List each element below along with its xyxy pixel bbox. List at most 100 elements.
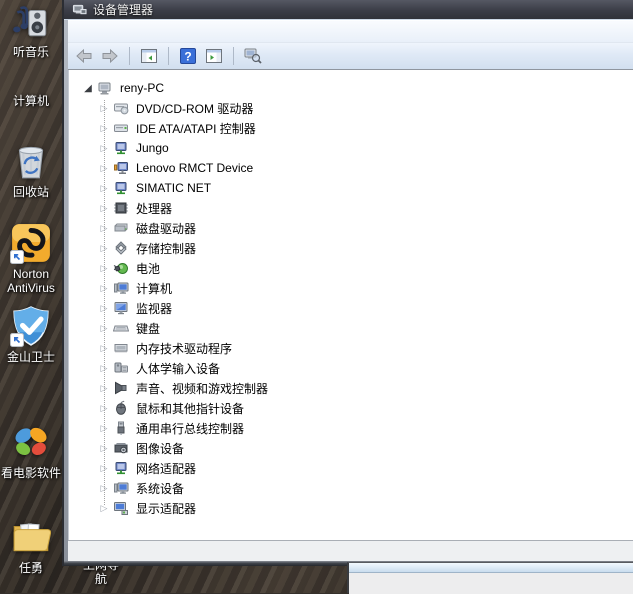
- menu-file[interactable]: [72, 29, 90, 35]
- device-tree-panel: reny-PC DVD/CD-ROM 驱动器 IDE ATA/ATAPI 控制器…: [68, 70, 633, 540]
- tree-item-label: 计算机: [133, 279, 175, 298]
- tree-item-label: 电池: [133, 259, 163, 278]
- desktop-icon-movie[interactable]: 看电影软件: [0, 421, 62, 480]
- expand-arrow-icon[interactable]: [97, 381, 111, 395]
- desktop-icon-recycle-bin[interactable]: 回收站: [0, 140, 62, 199]
- desktop-icon-label: 任勇: [19, 561, 43, 575]
- expand-arrow-icon[interactable]: [97, 461, 111, 475]
- tree-item[interactable]: IDE ATA/ATAPI 控制器: [69, 118, 633, 138]
- audio-icon: [113, 380, 129, 396]
- tree-item[interactable]: SIMATIC NET: [69, 178, 633, 198]
- shortcut-arrow-icon: [10, 250, 24, 264]
- expand-arrow-icon[interactable]: [97, 341, 111, 355]
- desktop-icon-label: Norton AntiVirus: [0, 267, 62, 295]
- desktop-icon-kingsoft[interactable]: 金山卫士: [0, 305, 62, 364]
- desktop-icon-label: 回收站: [13, 185, 49, 199]
- collapse-arrow-icon[interactable]: [81, 81, 95, 95]
- toolbar-separator: [168, 47, 169, 65]
- expand-arrow-icon[interactable]: [97, 481, 111, 495]
- tree-item-label: 声音、视频和游戏控制器: [133, 379, 271, 398]
- tree-item-label: 网络适配器: [133, 459, 199, 478]
- mouse-icon: [113, 400, 129, 416]
- tree-item[interactable]: 计算机: [69, 278, 633, 298]
- tree-item-label: 监视器: [133, 299, 175, 318]
- window-title: 设备管理器: [93, 1, 153, 18]
- memory-icon: [113, 340, 129, 356]
- processor-icon: [113, 200, 129, 216]
- tree-item[interactable]: 显示适配器: [69, 498, 633, 518]
- desktop-icon-folder[interactable]: 任勇: [0, 516, 62, 575]
- window-titlebar[interactable]: 设备管理器: [64, 0, 633, 20]
- tree-item-label: 系统设备: [133, 479, 187, 498]
- folder-icon: [10, 516, 52, 558]
- expand-arrow-icon[interactable]: [97, 221, 111, 235]
- background-window-frame: [349, 563, 633, 573]
- tree-item[interactable]: 网络适配器: [69, 458, 633, 478]
- expand-arrow-icon[interactable]: [97, 141, 111, 155]
- tree-item[interactable]: 人体学输入设备: [69, 358, 633, 378]
- expand-arrow-icon[interactable]: [97, 161, 111, 175]
- back-button[interactable]: [72, 45, 96, 67]
- toolbar: ?: [68, 43, 633, 70]
- computer-root-icon: [97, 80, 113, 96]
- action-pane-button[interactable]: [202, 45, 226, 67]
- menu-action[interactable]: [90, 29, 108, 35]
- tree-item[interactable]: 图像设备: [69, 438, 633, 458]
- tree-item[interactable]: 存储控制器: [69, 238, 633, 258]
- norton-antivirus-icon: [10, 222, 52, 264]
- tree-item[interactable]: 内存技术驱动程序: [69, 338, 633, 358]
- background-window[interactable]: [347, 562, 633, 593]
- tree-item[interactable]: Jungo: [69, 138, 633, 158]
- tree-item[interactable]: 通用串行总线控制器: [69, 418, 633, 438]
- menu-view[interactable]: [108, 29, 126, 35]
- tree-item[interactable]: 电池: [69, 258, 633, 278]
- action-pane-icon: [204, 46, 224, 66]
- expand-arrow-icon[interactable]: [97, 421, 111, 435]
- expand-arrow-icon[interactable]: [97, 101, 111, 115]
- shortcut-arrow-icon: [10, 449, 24, 463]
- tree-item[interactable]: 系统设备: [69, 478, 633, 498]
- tree-item[interactable]: 声音、视频和游戏控制器: [69, 378, 633, 398]
- tree-item[interactable]: DVD/CD-ROM 驱动器: [69, 98, 633, 118]
- desktop-icon-norton[interactable]: Norton AntiVirus: [0, 222, 62, 295]
- tree-root-label: reny-PC: [117, 80, 167, 96]
- expand-arrow-icon[interactable]: [97, 301, 111, 315]
- expand-arrow-icon[interactable]: [97, 321, 111, 335]
- show-console-tree-button[interactable]: [137, 45, 161, 67]
- expand-arrow-icon[interactable]: [97, 241, 111, 255]
- music-speaker-icon: [10, 0, 52, 42]
- tree-item[interactable]: 处理器: [69, 198, 633, 218]
- tree-item[interactable]: 监视器: [69, 298, 633, 318]
- scan-hardware-button[interactable]: [241, 45, 265, 67]
- tree-item[interactable]: 键盘: [69, 318, 633, 338]
- menu-help[interactable]: [126, 29, 144, 35]
- expand-arrow-icon[interactable]: [97, 261, 111, 275]
- help-button[interactable]: ?: [176, 45, 200, 67]
- forward-icon: [100, 46, 120, 66]
- recycle-bin-icon: [10, 140, 52, 182]
- tree-root-item[interactable]: reny-PC: [69, 78, 633, 98]
- device-manager-window: 设备管理器 ? reny-PC: [62, 0, 633, 566]
- expand-arrow-icon[interactable]: [97, 121, 111, 135]
- toolbar-separator: [233, 47, 234, 65]
- expand-arrow-icon[interactable]: [97, 281, 111, 295]
- expand-arrow-icon[interactable]: [97, 501, 111, 515]
- expand-arrow-icon[interactable]: [97, 401, 111, 415]
- display-adapter-icon: [113, 500, 129, 516]
- cd-drive-icon: [113, 100, 129, 116]
- expand-arrow-icon[interactable]: [97, 441, 111, 455]
- tree-item[interactable]: Lenovo RMCT Device: [69, 158, 633, 178]
- desktop-icon-label: 计算机: [13, 94, 49, 108]
- forward-button[interactable]: [98, 45, 122, 67]
- desktop-icon-music[interactable]: 听音乐: [0, 0, 62, 59]
- disk-drive-icon: [113, 220, 129, 236]
- imaging-icon: [113, 440, 129, 456]
- toolbar-separator: [129, 47, 130, 65]
- tree-item[interactable]: 磁盘驱动器: [69, 218, 633, 238]
- tree-item[interactable]: 鼠标和其他指针设备: [69, 398, 633, 418]
- computer-category-icon: [113, 280, 129, 296]
- expand-arrow-icon[interactable]: [97, 361, 111, 375]
- expand-arrow-icon[interactable]: [97, 181, 111, 195]
- window-bottom-band: [68, 540, 633, 561]
- expand-arrow-icon[interactable]: [97, 201, 111, 215]
